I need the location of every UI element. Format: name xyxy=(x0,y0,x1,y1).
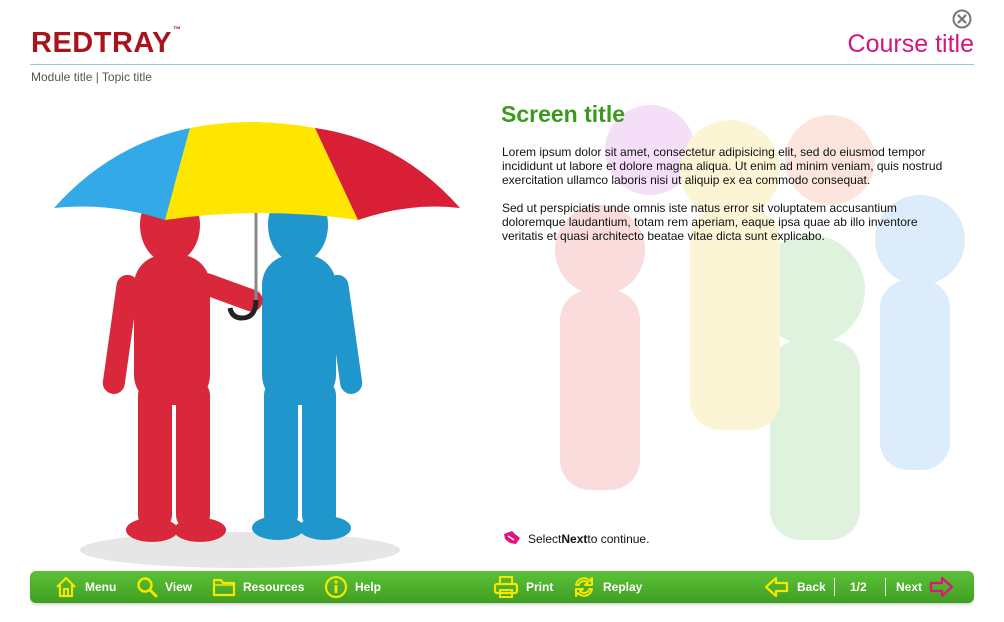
resources-button[interactable]: Resources xyxy=(212,571,304,603)
menu-button[interactable]: Menu xyxy=(54,571,116,603)
print-button[interactable]: Print xyxy=(493,571,553,603)
next-button[interactable]: Next xyxy=(896,571,961,603)
body-text: Lorem ipsum dolor sit amet, consectetur … xyxy=(502,145,962,257)
umbrella-figures-image xyxy=(54,122,460,568)
header-divider xyxy=(30,64,974,65)
pointer-hand-icon xyxy=(504,531,520,544)
replay-icon xyxy=(575,577,593,597)
footer-divider xyxy=(885,578,886,596)
course-title: Course title xyxy=(847,30,974,58)
instruction-text: Select Next to continue. xyxy=(502,530,649,548)
back-arrow-icon xyxy=(764,576,789,598)
home-icon xyxy=(56,576,76,598)
back-button[interactable]: Back xyxy=(764,571,826,603)
next-arrow-icon xyxy=(929,576,954,598)
body-paragraph: Sed ut perspiciatis unde omnis iste natu… xyxy=(502,201,918,243)
footer-divider xyxy=(834,578,835,596)
folder-icon xyxy=(212,578,236,597)
body-paragraph: Lorem ipsum dolor sit amet, consectetur … xyxy=(502,145,943,187)
close-icon[interactable] xyxy=(952,9,972,29)
breadcrumb: Module title | Topic title xyxy=(31,70,152,84)
help-button[interactable]: Help xyxy=(324,571,381,603)
info-icon xyxy=(324,575,348,599)
replay-button[interactable]: Replay xyxy=(572,571,642,603)
page-indicator: 1/2 xyxy=(850,580,867,594)
screen-title: Screen title xyxy=(501,101,625,127)
printer-icon xyxy=(493,576,519,598)
redtray-logo: REDTRAY™ xyxy=(31,25,182,59)
magnifier-icon xyxy=(137,577,158,598)
view-button[interactable]: View xyxy=(136,571,192,603)
footer-toolbar: Menu View Resources Help Print Replay Ba… xyxy=(30,571,974,603)
